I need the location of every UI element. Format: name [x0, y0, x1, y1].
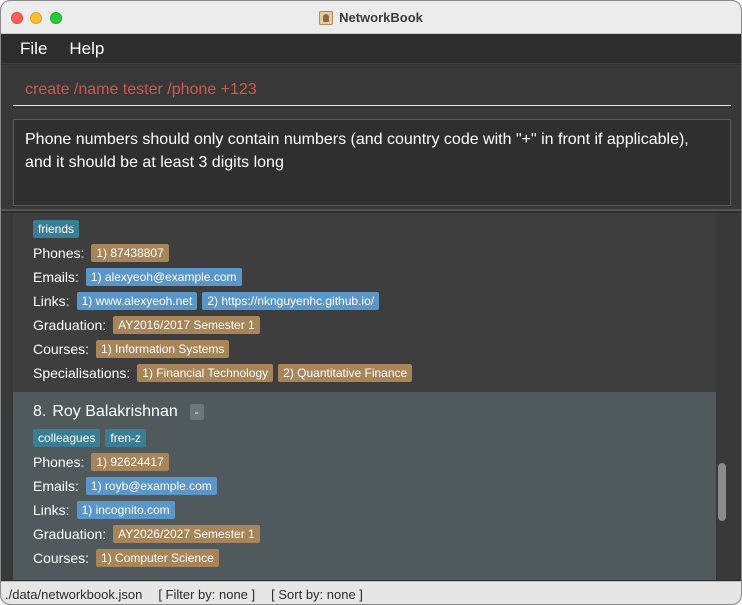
links-label: Links:: [33, 502, 70, 518]
graduation-chip: AY2016/2017 Semester 1: [113, 316, 260, 334]
graduation-row: Graduation: AY2016/2017 Semester 1: [33, 315, 260, 335]
graduation-label: Graduation:: [33, 317, 107, 333]
email-chip[interactable]: 1) alexyeoh@example.com: [85, 268, 242, 286]
specialisation-chip: 2) Quantitative Finance: [278, 364, 413, 382]
emails-label: Emails:: [33, 478, 79, 494]
link-chip[interactable]: 2) https://nknguyenhc.github.io/: [202, 292, 380, 310]
phone-chip: 1) 87438807: [91, 244, 169, 262]
result-area: Phone numbers should only contain number…: [1, 113, 741, 211]
courses-row: Courses: 1) Computer Science: [33, 548, 219, 568]
status-bar: ./data/networkbook.json [ Filter by: non…: [1, 581, 741, 604]
link-chip[interactable]: 1) www.alexyeoh.net: [76, 292, 198, 310]
status-sort: [ Sort by: none ]: [271, 586, 363, 602]
links-row: Links: 1) incognito.com: [33, 500, 175, 520]
courses-label: Courses:: [33, 550, 90, 566]
tag-chip: fren-z: [105, 429, 147, 447]
contact-card[interactable]: friends Phones: 1) 87438807 Emails: 1) a…: [13, 213, 716, 392]
specialisations-label: Specialisations:: [33, 365, 131, 381]
emails-row: Emails: 1) alexyeoh@example.com: [33, 267, 242, 287]
menu-file[interactable]: File: [20, 39, 47, 59]
title-bar: NetworkBook: [1, 1, 741, 34]
courses-row: Courses: 1) Information Systems: [33, 339, 230, 359]
contact-index: 8.: [33, 403, 47, 420]
links-label: Links:: [33, 293, 70, 309]
emails-row: Emails: 1) royb@example.com: [33, 476, 217, 496]
specialisations-row: Specialisations: 1) Financial Technology…: [33, 363, 413, 383]
list-scrollbar[interactable]: [718, 463, 726, 521]
graduation-row: Graduation: AY2026/2027 Semester 1: [33, 524, 260, 544]
phones-label: Phones:: [33, 454, 85, 470]
app-window: NetworkBook File Help Phone numbers shou…: [0, 0, 742, 605]
graduation-label: Graduation:: [33, 526, 107, 542]
specialisation-chip: 1) Financial Technology: [137, 364, 274, 382]
contact-card-selected[interactable]: 8. Roy Balakrishnan - colleagues fren-z …: [13, 392, 716, 580]
tags-row: friends: [33, 219, 80, 239]
priority-chip: -: [189, 404, 204, 420]
menu-bar: File Help: [1, 35, 741, 64]
tag-chip: friends: [33, 220, 80, 238]
contact-name: Roy Balakrishnan: [52, 403, 178, 420]
course-chip: 1) Computer Science: [96, 549, 219, 567]
course-chip: 1) Information Systems: [96, 340, 230, 358]
phone-chip: 1) 92624417: [91, 453, 169, 471]
tag-chip: colleagues: [33, 429, 101, 447]
result-display[interactable]: Phone numbers should only contain number…: [13, 119, 731, 206]
title-group: NetworkBook: [1, 1, 741, 34]
phones-row: Phones: 1) 92624417: [33, 452, 169, 472]
emails-label: Emails:: [33, 269, 79, 285]
courses-label: Courses:: [33, 341, 90, 357]
contact-name-line: 8. Roy Balakrishnan -: [33, 402, 204, 422]
app-icon: [319, 10, 334, 25]
graduation-chip: AY2026/2027 Semester 1: [113, 525, 260, 543]
links-row: Links: 1) www.alexyeoh.net 2) https://nk…: [33, 291, 380, 311]
email-chip[interactable]: 1) royb@example.com: [85, 477, 217, 495]
phones-row: Phones: 1) 87438807: [33, 243, 169, 263]
contact-list[interactable]: friends Phones: 1) 87438807 Emails: 1) a…: [1, 213, 741, 580]
phones-label: Phones:: [33, 245, 85, 261]
status-file-path: ./data/networkbook.json: [5, 586, 143, 602]
status-filter: [ Filter by: none ]: [158, 586, 256, 602]
link-chip[interactable]: 1) incognito.com: [76, 501, 175, 519]
command-input[interactable]: [13, 74, 731, 106]
menu-help[interactable]: Help: [69, 39, 104, 59]
tags-row: colleagues fren-z: [33, 428, 147, 448]
window-title: NetworkBook: [339, 10, 423, 25]
command-area: [1, 65, 741, 113]
